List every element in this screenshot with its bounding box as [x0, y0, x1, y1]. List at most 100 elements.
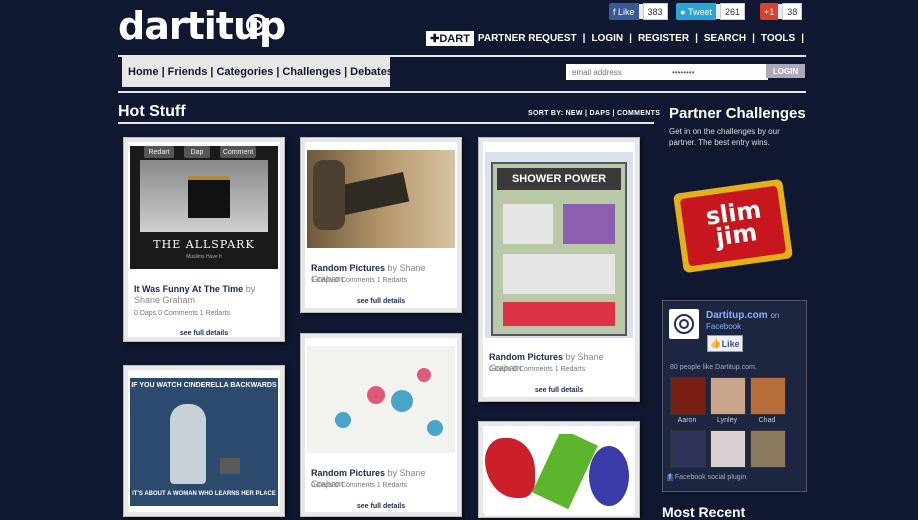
- nav-register[interactable]: REGISTER: [638, 33, 689, 44]
- dart-label: DART: [439, 33, 470, 45]
- fan-avatar-aaron[interactable]: [670, 377, 706, 415]
- tweet-widget[interactable]: ● Tweet 261: [676, 3, 745, 20]
- plus-icon: ✚: [430, 33, 440, 45]
- login-button[interactable]: LOGIN: [766, 64, 805, 78]
- fan-name[interactable]: Lynley: [710, 417, 744, 424]
- post-title[interactable]: It Was Funny At The Time by Shane Graham: [134, 284, 274, 306]
- post-image[interactable]: THE ALLSPARK Muslims Have It: [130, 146, 278, 269]
- see-full-details-link[interactable]: see full details: [301, 503, 461, 510]
- nav-partner-request[interactable]: PARTNER REQUEST: [478, 33, 577, 44]
- menu-challenges[interactable]: Challenges: [282, 66, 341, 78]
- kaaba-shape: [188, 176, 230, 218]
- kaaba-photo: [140, 160, 268, 232]
- twitter-bird-icon: ●: [680, 6, 688, 17]
- fan-avatar-lynley[interactable]: [710, 377, 746, 415]
- post-stats: 0 Daps 0 Comments 1 Redarts: [311, 482, 408, 489]
- image-caption: THE ALLSPARK: [153, 238, 255, 251]
- top-nav: ✚DART PARTNER REQUEST | LOGIN | REGISTER | …: [426, 31, 806, 46]
- facebook-icon: f: [667, 474, 673, 481]
- fb-like-count: 80 people like Dartitup.com.: [670, 364, 757, 371]
- sort-by-options[interactable]: SORT BY: NEW | DAPS | COMMENTS: [528, 110, 660, 117]
- menu-home[interactable]: Home: [128, 66, 159, 78]
- post-stats: 0 Daps 0 Comments 1 Redarts: [134, 310, 231, 317]
- nav-login[interactable]: LOGIN: [591, 33, 623, 44]
- nav-search[interactable]: SEARCH: [704, 33, 746, 44]
- tweet-button[interactable]: ● Tweet: [676, 3, 716, 20]
- fan-avatar[interactable]: [710, 430, 746, 468]
- image-subcaption: Muslims Have It: [186, 254, 222, 260]
- tweet-label: Tweet: [687, 6, 712, 17]
- post-card[interactable]: IF YOU WATCH CINDERELLA BACKWARDS IT'S A…: [123, 365, 285, 517]
- post-card[interactable]: THE ALLSPARK Muslims Have It Redart Dap …: [123, 137, 285, 342]
- password-field[interactable]: [666, 64, 768, 80]
- email-field[interactable]: [566, 64, 666, 80]
- like-count: 383: [642, 3, 668, 20]
- abstract-green-shape: [532, 434, 598, 510]
- most-recent-heading: Most Recent: [662, 504, 746, 520]
- fb-page-name[interactable]: Dartitup.com on: [706, 310, 779, 321]
- twister-red-dot: [417, 368, 431, 382]
- twister-red-dot: [367, 386, 385, 404]
- dap-button[interactable]: Dap: [184, 146, 210, 158]
- poster-panel: [503, 302, 615, 326]
- post-stats: 1 Daps 0 Comments 1 Redarts: [311, 277, 408, 284]
- post-image[interactable]: [307, 150, 455, 248]
- facebook-like-widget[interactable]: f Like 383: [609, 3, 668, 20]
- partner-challenges-heading: Partner Challenges: [669, 105, 806, 122]
- post-image[interactable]: SHOWER POWER: [485, 152, 633, 338]
- post-card[interactable]: Random Pictures by Shane Graham 0 Daps 0…: [300, 333, 462, 517]
- slim-jim-logo[interactable]: slim jim: [672, 178, 794, 274]
- see-full-details-link[interactable]: see full details: [301, 298, 461, 305]
- google-plus-button[interactable]: +1: [760, 3, 779, 20]
- twister-blue-dot: [391, 390, 413, 412]
- hot-divider: [118, 122, 654, 124]
- post-image[interactable]: [485, 434, 633, 516]
- fb-social-plugin[interactable]: f Facebook social plugin: [667, 474, 746, 481]
- dart-button[interactable]: ✚DART: [426, 31, 474, 46]
- fb-like-button[interactable]: 👍 Like: [707, 335, 743, 352]
- like-label: Like: [618, 6, 635, 17]
- nav-tools[interactable]: TOOLS: [761, 33, 795, 44]
- soldier-shape: [313, 160, 345, 230]
- see-full-details-link[interactable]: see full details: [124, 330, 284, 337]
- google-plus-widget[interactable]: +1 38: [760, 3, 803, 20]
- poster-panel: [503, 204, 553, 244]
- poster-caption: SHOWER POWER: [497, 168, 621, 190]
- post-card[interactable]: Random Pictures by Shane Graham 1 Daps 0…: [300, 137, 462, 313]
- menu-friends[interactable]: Friends: [168, 66, 208, 78]
- redart-button[interactable]: Redart: [144, 146, 174, 158]
- abstract-blue-shape: [589, 446, 629, 506]
- partner-challenges-text: Get in on the challenges by our partner.…: [669, 127, 780, 147]
- facebook-like-button[interactable]: f Like: [609, 3, 639, 20]
- poster-panel: [563, 204, 615, 244]
- main-menu: Home | Friends | Categories | Challenges | D…: [122, 57, 393, 87]
- fb-platform[interactable]: Facebook: [706, 322, 741, 331]
- shower-power-poster: SHOWER POWER: [491, 162, 627, 336]
- fan-avatar[interactable]: [750, 430, 786, 468]
- menu-debates[interactable]: Debates: [350, 66, 393, 78]
- fan-avatar[interactable]: [670, 430, 706, 468]
- twister-blue-dot: [335, 412, 351, 428]
- post-image[interactable]: IF YOU WATCH CINDERELLA BACKWARDS IT'S A…: [130, 378, 278, 506]
- fan-name[interactable]: Aaron: [670, 417, 704, 424]
- dartitup-avatar[interactable]: [669, 309, 699, 339]
- comment-button[interactable]: Comment: [220, 146, 256, 158]
- thumbs-up-icon: 👍: [710, 338, 722, 348]
- fan-avatar-chad[interactable]: [750, 377, 786, 415]
- abstract-red-shape: [485, 438, 535, 498]
- post-card[interactable]: [478, 421, 640, 518]
- fan-name[interactable]: Chad: [750, 417, 784, 424]
- post-image[interactable]: [307, 346, 455, 453]
- see-full-details-link[interactable]: see full details: [479, 387, 639, 394]
- bucket-shape: [220, 458, 240, 474]
- twister-blue-dot: [427, 420, 443, 436]
- post-card[interactable]: SHOWER POWER Random Pictures by Shane Gr…: [478, 137, 640, 402]
- logo-target-icon: [246, 14, 268, 36]
- poster-panel: [503, 254, 615, 294]
- image-top-caption: IF YOU WATCH CINDERELLA BACKWARDS: [131, 382, 277, 389]
- cinderella-shape: [170, 404, 206, 484]
- menu-categories[interactable]: Categories: [216, 66, 273, 78]
- tweet-count: 261: [719, 3, 745, 20]
- image-bottom-caption: IT'S ABOUT A WOMAN WHO LEARNS HER PLACE: [132, 491, 276, 497]
- plus-count: 38: [782, 3, 803, 20]
